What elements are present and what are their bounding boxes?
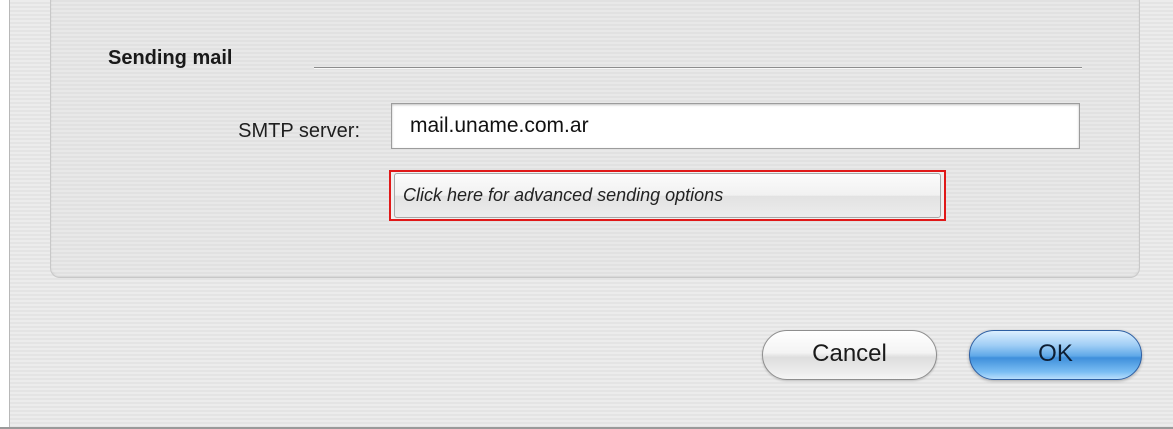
advanced-sending-options-button[interactable]: Click here for advanced sending options	[394, 173, 941, 218]
cancel-button[interactable]: Cancel	[762, 330, 937, 380]
advanced-options-highlight[interactable]: Click here for advanced sending options	[389, 170, 946, 221]
smtp-server-input[interactable]: mail.uname.com.ar	[391, 103, 1080, 149]
section-divider	[314, 67, 1082, 69]
smtp-server-label: SMTP server:	[238, 120, 360, 142]
section-title: Sending mail	[108, 47, 233, 69]
preferences-window: Sending mail SMTP server: mail.uname.com…	[0, 0, 1173, 429]
ok-button[interactable]: OK	[969, 330, 1142, 380]
window-left-edge	[0, 0, 10, 429]
